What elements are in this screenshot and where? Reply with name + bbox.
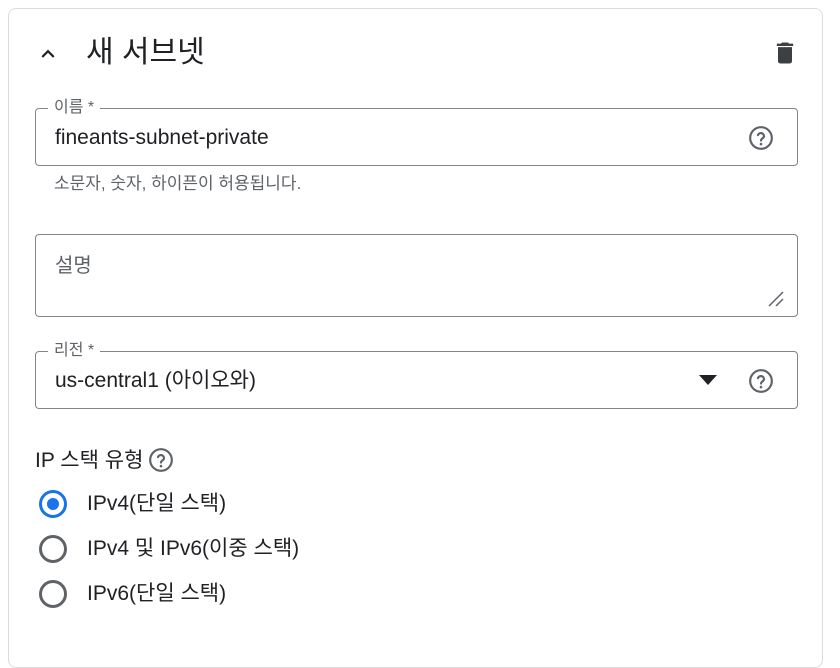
radio-label[interactable]: IPv4 및 IPv6(이중 스택): [87, 535, 299, 563]
region-field-value[interactable]: us-central1 (아이오와): [55, 368, 256, 394]
radio-button[interactable]: [39, 580, 67, 608]
help-circle-icon[interactable]: [748, 125, 774, 151]
description-field[interactable]: 설명: [35, 234, 798, 317]
description-placeholder: 설명: [55, 255, 92, 277]
radio-ipv4-single[interactable]: IPv4(단일 스택): [39, 490, 439, 524]
panel-header: 새 서브넷: [9, 9, 822, 99]
trash-icon[interactable]: [771, 39, 799, 67]
help-circle-icon[interactable]: [148, 447, 174, 473]
radio-button[interactable]: [39, 490, 67, 518]
radio-label[interactable]: IPv4(단일 스택): [87, 490, 226, 518]
dropdown-arrow-icon[interactable]: [698, 374, 718, 386]
help-circle-icon[interactable]: [748, 368, 774, 394]
resize-handle-icon[interactable]: [767, 290, 785, 308]
name-field-hint: 소문자, 숫자, 하이픈이 허용됩니다.: [54, 174, 302, 193]
region-field-label: 리전 *: [48, 341, 101, 361]
region-select[interactable]: 리전 * us-central1 (아이오와): [35, 341, 798, 409]
radio-ipv6-single[interactable]: IPv6(단일 스택): [39, 580, 439, 614]
panel-title: 새 서브넷: [86, 36, 205, 69]
radio-dual-stack[interactable]: IPv4 및 IPv6(이중 스택): [39, 535, 439, 569]
name-field-label: 이름 *: [48, 98, 101, 118]
new-subnet-panel: 새 서브넷 이름 * fineants-subnet-private 소문자, …: [8, 8, 823, 668]
radio-label[interactable]: IPv6(단일 스택): [87, 580, 226, 608]
name-field[interactable]: 이름 * fineants-subnet-private: [35, 98, 798, 166]
chevron-up-icon[interactable]: [35, 41, 61, 67]
radio-button[interactable]: [39, 535, 67, 563]
name-field-value[interactable]: fineants-subnet-private: [55, 125, 269, 151]
ip-stack-title: IP 스택 유형: [35, 449, 144, 472]
